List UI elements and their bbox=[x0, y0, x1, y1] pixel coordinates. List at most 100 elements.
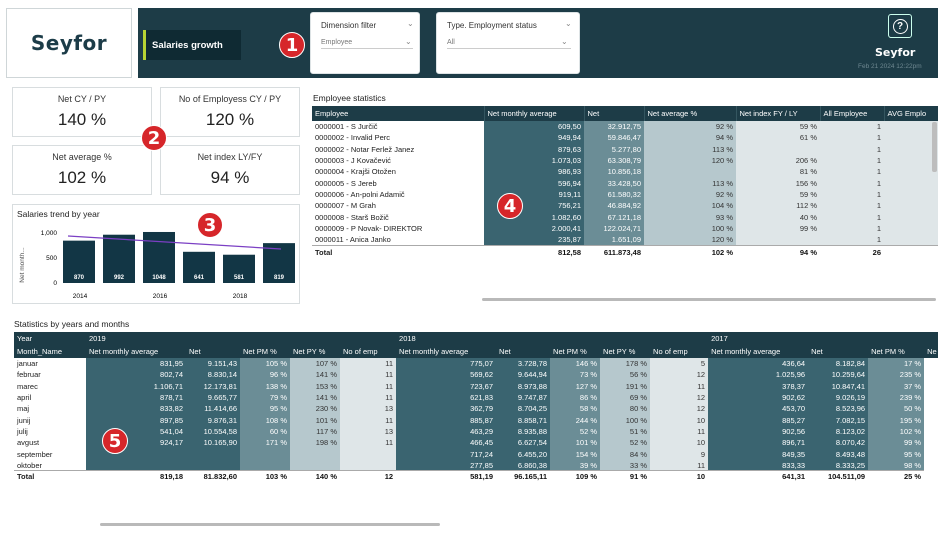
table-row[interactable]: 0000004 - Krajši Otožen 986,93 10.856,18 81… bbox=[312, 166, 938, 178]
table-row[interactable]: februar 802,74 8.830,14 96 % 141 % 11 569,62 9.… bbox=[14, 369, 938, 381]
question-icon: ? bbox=[892, 18, 908, 34]
table-row[interactable]: avgust 924,17 10.165,90 171 % 198 % 11 466,45 6… bbox=[14, 437, 938, 449]
horizontal-scrollbar[interactable] bbox=[482, 298, 936, 301]
dimension-filter[interactable]: Dimension filter ⌄ Employee ⌄ bbox=[310, 12, 420, 74]
month-header[interactable]: Month_Name bbox=[14, 345, 86, 358]
column-header[interactable]: AVG Emplo bbox=[884, 106, 938, 121]
table-cell: 1 bbox=[820, 143, 884, 155]
column-header[interactable]: All Employee bbox=[820, 106, 885, 121]
employee-stats-table[interactable]: Employee Net monthly average Net Net averag… bbox=[312, 106, 938, 296]
table-row[interactable]: januar 831,95 9.151,43 105 % 107 % 11 775,07 3.… bbox=[14, 358, 938, 370]
year-group-header[interactable]: 2017 bbox=[708, 332, 938, 345]
total-cell: 611.873,48 bbox=[584, 244, 644, 259]
table-cell: 831,95 bbox=[86, 358, 186, 370]
table-cell: 1 bbox=[820, 132, 884, 144]
employment-status-select[interactable]: All bbox=[447, 39, 571, 49]
column-header[interactable]: Net PM % bbox=[868, 345, 925, 358]
table-cell: 79 % bbox=[240, 391, 290, 404]
employee-stats-title: Employee statistics bbox=[313, 93, 386, 103]
table-row[interactable]: marec 1.106,71 12.173,81 138 % 153 % 11 723,67… bbox=[14, 380, 938, 392]
column-header[interactable]: Net bbox=[496, 345, 551, 358]
column-header[interactable]: No of emp bbox=[650, 345, 709, 358]
brand-label: Seyfor bbox=[875, 46, 916, 59]
table-row[interactable]: 0000002 - Invalid Perc 949,94 59.846,47 94 … bbox=[312, 132, 938, 144]
table-cell: 113 % bbox=[644, 177, 736, 189]
vertical-scrollbar[interactable] bbox=[932, 122, 937, 172]
stats-horizontal-scrollbar[interactable] bbox=[100, 523, 440, 526]
total-cell: 102 % bbox=[644, 244, 736, 259]
table-row[interactable]: 0000002 - Notar Ferlež Janez 879,63 5.277,… bbox=[312, 143, 938, 155]
table-row[interactable]: 0000005 - S Jereb 596,94 33.428,50 113 % 156… bbox=[312, 177, 938, 189]
marker-5: 5 bbox=[102, 428, 128, 454]
table-cell: 0000009 - P Novak- DIREKTOR bbox=[312, 222, 484, 234]
table-cell: 885,27 bbox=[708, 414, 809, 426]
table-row[interactable]: 0000008 - Starš Božič 1.082,60 67.121,18 93… bbox=[312, 211, 938, 223]
trend-svg: Net month... 1,000 500 0 870 992 1048 641 58… bbox=[19, 230, 295, 300]
table-row[interactable]: 0000009 - P Novak- DIREKTOR 2.000,41 122.0… bbox=[312, 222, 938, 234]
table-cell: 11 bbox=[340, 437, 397, 449]
column-header[interactable]: Net monthly average bbox=[86, 345, 186, 358]
total-cell: 641,31 bbox=[708, 470, 809, 483]
dimension-select[interactable]: Employee bbox=[321, 39, 413, 49]
table-row[interactable]: september 717,24 6.455,20 154 % 84 % 9 849,35 8… bbox=[14, 448, 938, 460]
table-row[interactable]: april 878,71 9.665,77 79 % 141 % 11 621,83 9.74… bbox=[14, 391, 938, 404]
table-cell: 1.073,03 bbox=[484, 154, 584, 167]
table-row[interactable]: oktober 277,85 6.860,38 39 % 33 % 11 833,33 8.3… bbox=[14, 459, 938, 471]
column-header[interactable]: Net bbox=[186, 345, 240, 358]
table-cell bbox=[644, 166, 736, 178]
table-cell: 37 % bbox=[868, 380, 925, 392]
table-row[interactable]: julij 541,04 10.554,58 60 % 117 % 13 463,29 8.9… bbox=[14, 425, 938, 438]
table-row[interactable]: 0000006 - An-polni Adamič 919,11 61.580,32… bbox=[312, 188, 938, 201]
column-header[interactable]: Net PM % bbox=[550, 345, 601, 358]
kpi-value: 120 % bbox=[205, 110, 255, 129]
table-cell: 902,62 bbox=[708, 391, 809, 404]
employment-status-filter[interactable]: Type. Employment status ⌄ All ⌄ bbox=[436, 12, 580, 74]
help-button[interactable]: ? bbox=[888, 14, 912, 38]
table-row[interactable]: 0000011 - Anica Janko 235,87 1.651,09 120 %… bbox=[312, 233, 938, 246]
column-header[interactable]: Net monthly average bbox=[708, 345, 809, 358]
table-row[interactable]: 0000003 - J Kovačević 1.073,03 63.308,79 12… bbox=[312, 154, 938, 167]
table-cell: 56 % bbox=[600, 369, 651, 381]
column-header[interactable]: Ne bbox=[924, 345, 938, 358]
column-header[interactable]: Net monthly average bbox=[396, 345, 497, 358]
x-tick: 2014 bbox=[73, 293, 88, 300]
table-row[interactable]: 0000007 - M Grah 756,21 46.884,92 104 % 112 … bbox=[312, 200, 938, 212]
year-group-header[interactable]: 2019 bbox=[86, 332, 397, 345]
table-cell: 80 % bbox=[600, 403, 651, 415]
table-cell bbox=[884, 222, 938, 234]
kpi-card-net-index: Net index LY/FY 94 % bbox=[160, 145, 300, 195]
table-cell: junij bbox=[14, 414, 86, 426]
year-group-header[interactable]: 2018 bbox=[396, 332, 709, 345]
column-header[interactable]: Net index FY / LY bbox=[736, 106, 821, 121]
table-cell bbox=[86, 448, 186, 460]
x-tick: 2016 bbox=[153, 293, 168, 300]
page-title[interactable]: Salaries growth bbox=[143, 30, 241, 60]
column-header[interactable]: No of emp bbox=[340, 345, 397, 358]
table-cell: 11 bbox=[340, 358, 397, 370]
total-cell: 104.511,09 bbox=[808, 470, 869, 483]
table-cell: 0000004 - Krajši Otožen bbox=[312, 166, 484, 178]
column-header[interactable]: Employee bbox=[312, 106, 485, 121]
column-header[interactable]: Net monthly average bbox=[484, 106, 585, 121]
table-cell: 541,04 bbox=[86, 425, 186, 438]
column-header[interactable]: Net PY % bbox=[600, 345, 651, 358]
column-header[interactable]: Net average % bbox=[644, 106, 737, 121]
column-header[interactable]: Net PM % bbox=[240, 345, 290, 358]
total-cell: 25 % bbox=[868, 470, 925, 483]
total-cell: 12 bbox=[340, 470, 397, 483]
logo-card: Seyfor bbox=[6, 8, 132, 78]
total-row: Total 812,58 611.873,48 102 % 94 % 26 bbox=[312, 244, 938, 259]
column-header[interactable]: Net bbox=[584, 106, 645, 121]
marker-4: 4 bbox=[497, 193, 523, 219]
table-cell: 0000008 - Starš Božič bbox=[312, 211, 484, 223]
column-header[interactable]: Net PY % bbox=[290, 345, 340, 358]
table-row[interactable]: 0000001 - S Jurčič 609,50 32.912,75 92 % 59 … bbox=[312, 121, 938, 133]
kpi-label: No of Employess CY / PY bbox=[178, 94, 282, 104]
table-cell: 802,74 bbox=[86, 369, 186, 381]
stats-table[interactable]: Year 2019 2018 2017 Month_Name Net monthly a… bbox=[14, 332, 938, 529]
table-row[interactable]: junij 897,85 9.876,31 108 % 101 % 11 885,87 8.8… bbox=[14, 414, 938, 426]
table-row[interactable]: maj 833,82 11.414,66 95 % 230 % 13 362,79 8.704… bbox=[14, 403, 938, 415]
table-cell: 1 bbox=[820, 166, 884, 178]
column-header[interactable]: Net bbox=[808, 345, 869, 358]
table-cell: 12 bbox=[650, 391, 709, 404]
